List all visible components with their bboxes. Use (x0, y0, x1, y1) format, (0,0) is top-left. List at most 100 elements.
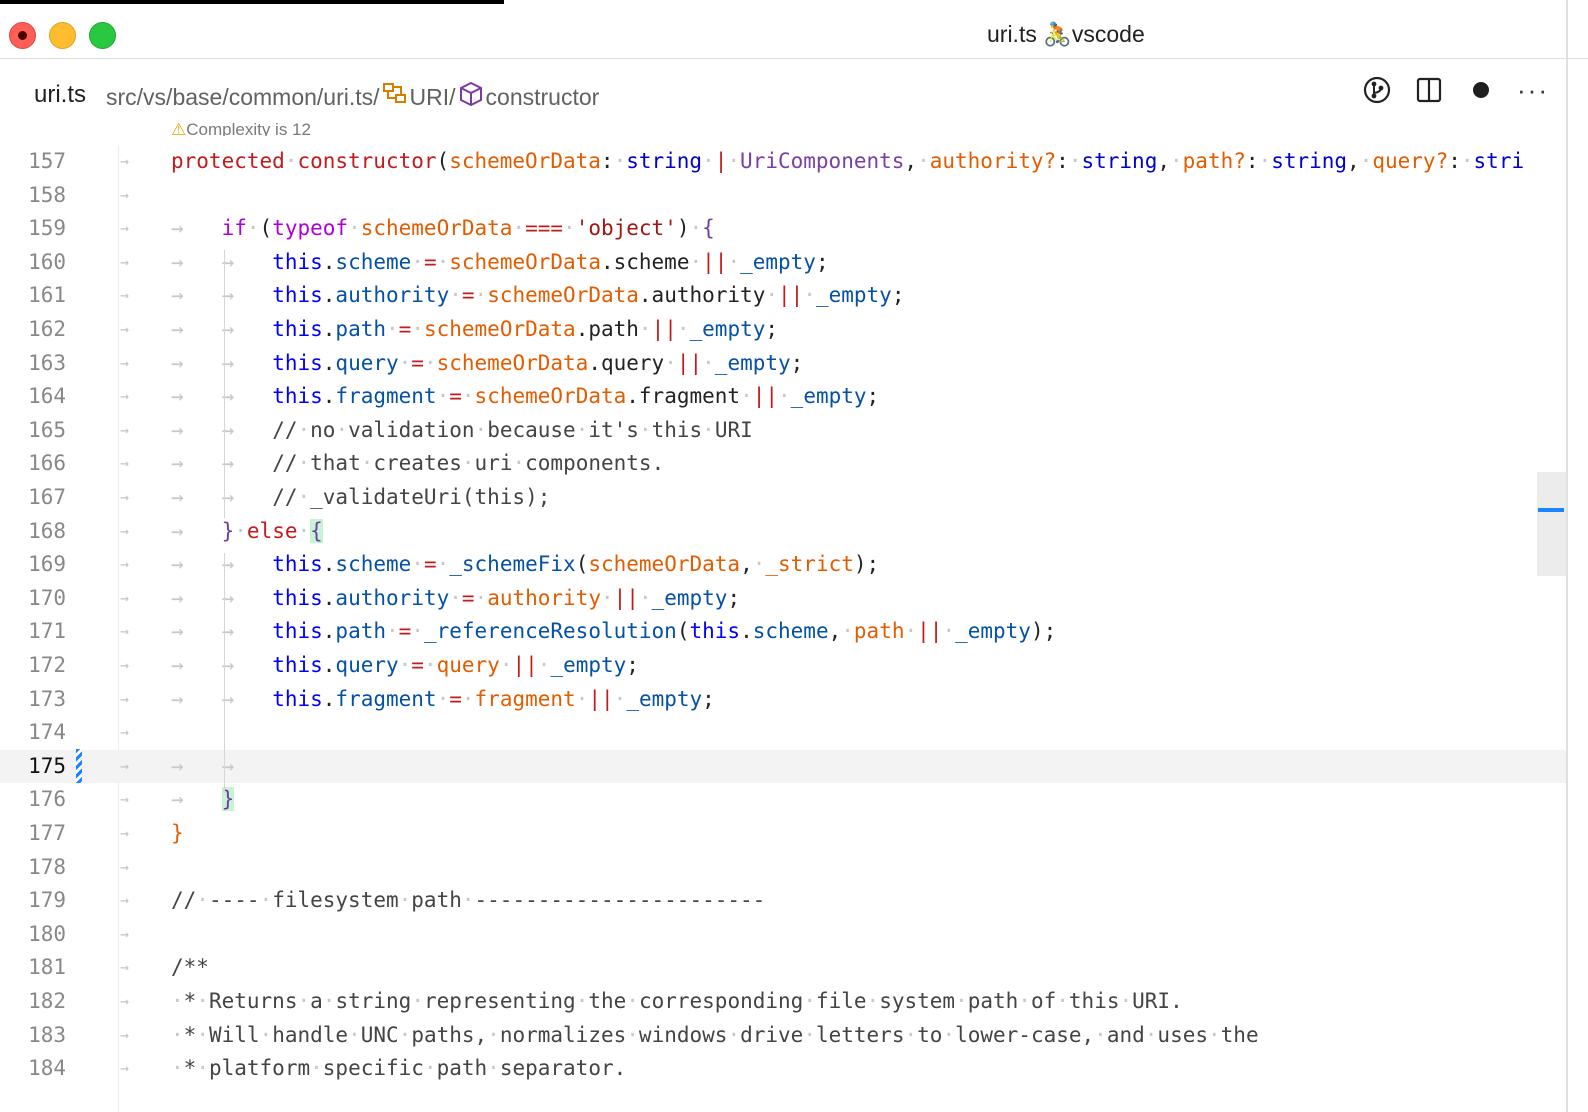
code-line[interactable]: 161 → → → this.authority·=·schemeOrData.au… (0, 279, 1568, 313)
line-number: 176 (28, 787, 66, 812)
code-line[interactable]: 162 → → → this.path·=·schemeOrData.path·||… (0, 313, 1568, 347)
indent-guide (224, 553, 225, 793)
line-number: 157 (28, 149, 66, 173)
line-number: 172 (28, 653, 66, 677)
whitespace-tab-marker: → (120, 1025, 130, 1044)
code-line[interactable]: 177 →} (0, 817, 1568, 851)
code-line[interactable]: 175 → → → (0, 749, 1568, 784)
line-number: 165 (28, 417, 66, 442)
code-text: ·*·Returns·a·string·representing·the·cor… (171, 989, 1183, 1013)
whitespace-tab-marker: → (120, 924, 130, 943)
line-number: 164 (28, 384, 66, 409)
split-editor-icon[interactable] (1414, 75, 1444, 105)
dirty-diff-indicator[interactable] (76, 749, 82, 783)
line-number: 160 (28, 249, 66, 274)
line-number: 181 (28, 955, 66, 980)
whitespace-tab-marker: → (120, 588, 130, 607)
vertical-scrollbar[interactable] (1537, 472, 1568, 576)
code-text: protected·constructor(schemeOrData:·stri… (171, 149, 1525, 173)
code-line[interactable]: 180 → (0, 918, 1568, 952)
whitespace-tab-marker: → (120, 555, 130, 574)
code-text: ·*·Will·handle·UNC·paths,·normalizes·win… (171, 1022, 1259, 1047)
class-icon (380, 82, 410, 112)
whitespace-tab-marker: → (120, 185, 130, 204)
line-number: 183 (28, 1022, 66, 1047)
whitespace-tab-marker: → (120, 958, 130, 977)
whitespace-tab-marker: → (120, 756, 130, 775)
code-text: → → this.path·=·schemeOrData.path·||·_em… (171, 317, 779, 341)
code-text: } (171, 821, 184, 845)
line-number: 179 (28, 888, 66, 913)
line-number: 180 (28, 921, 66, 946)
whitespace-tab-marker: → (120, 286, 130, 305)
code-line[interactable]: 170 → → → this.authority·=·authority·||·_e… (0, 582, 1568, 616)
code-line[interactable]: 167 → → → //·_validateUri(this); (0, 481, 1568, 515)
line-number: 168 (28, 518, 66, 543)
line-number: 177 (28, 821, 66, 845)
code-line[interactable]: 163 → → → this.query·=·schemeOrData.query·… (0, 347, 1568, 381)
code-text: → → this.query·=·query·||·_empty; (171, 653, 639, 677)
breadcrumb: src/vs/base/common/uri.ts/ URI/ construc… (106, 81, 599, 113)
code-line[interactable]: 159 → → if·(typeof·schemeOrData·===·'objec… (0, 212, 1568, 246)
unsaved-dot-icon[interactable] (1466, 75, 1496, 105)
whitespace-tab-marker: → (120, 252, 130, 271)
code-line[interactable]: 182 → ·*·Returns·a·string·representing·the… (0, 985, 1568, 1019)
code-text: → → this.scheme·=·_schemeFix(schemeOrDat… (171, 552, 880, 577)
line-number: 175 (28, 753, 66, 778)
close-window-button[interactable] (9, 22, 36, 49)
code-line[interactable]: 173 → → → this.fragment·=·fragment·||·_emp… (0, 683, 1568, 717)
git-compare-icon[interactable] (1362, 75, 1392, 105)
whitespace-tab-marker: → (120, 790, 130, 809)
code-line[interactable]: 181 → /** (0, 951, 1568, 985)
minimize-window-button[interactable] (49, 22, 76, 49)
line-number: 184 (28, 1056, 66, 1081)
breadcrumb-class[interactable]: URI/ (410, 84, 456, 111)
code-text: → → //·_validateUri(this); (171, 485, 551, 509)
indent-guide (224, 250, 225, 518)
tab-filename[interactable]: uri.ts (34, 81, 86, 109)
code-line[interactable]: 183 → ·*·Will·handle·UNC·paths,·normalizes… (0, 1019, 1568, 1053)
whitespace-tab-marker: → (120, 521, 130, 540)
whitespace-tab-marker: → (120, 1059, 130, 1078)
line-number: 182 (28, 989, 66, 1013)
code-editor[interactable]: 157 → protected·constructor(schemeOrData:·… (0, 145, 1568, 1112)
zoom-window-button[interactable] (89, 22, 116, 49)
whitespace-tab-marker: → (120, 723, 130, 742)
code-text: → → this.authority·=·authority·||·_empty… (171, 585, 741, 610)
window-title: uri.ts 🚴vscode (987, 21, 1145, 47)
code-line[interactable]: 176 → → } (0, 783, 1568, 817)
complexity-codelens[interactable]: ⚠Complexity is 12 (171, 120, 311, 136)
whitespace-tab-marker: → (120, 992, 130, 1010)
code-text: → → this.fragment·=·fragment·||·_empty; (171, 686, 715, 711)
whitespace-tab-marker: → (120, 420, 130, 439)
editor-actions: ··· (1362, 75, 1548, 105)
line-number: 167 (28, 485, 66, 509)
breadcrumb-member[interactable]: constructor (486, 84, 600, 111)
code-line[interactable]: 184 → ·*·platform·specific·path·separator. (0, 1052, 1568, 1086)
code-line[interactable]: 174 → (0, 716, 1568, 750)
code-line[interactable]: 178 → (0, 851, 1568, 885)
code-text: → }·else·{ (171, 518, 323, 543)
whitespace-tab-marker: → (120, 824, 130, 842)
line-number: 171 (28, 619, 66, 644)
code-text: → → this.scheme·=·schemeOrData.scheme·||… (171, 249, 829, 274)
code-line[interactable]: 168 → → }·else·{ (0, 515, 1568, 549)
code-line[interactable]: 171 → → → this.path·=·_referenceResolution… (0, 615, 1568, 649)
code-text: → → //·no·validation·because·it's·this·U… (171, 417, 753, 442)
code-line[interactable]: 179 → //·----·filesystem·path·------------… (0, 884, 1568, 918)
whitespace-tab-marker: → (120, 488, 130, 506)
whitespace-tab-marker: → (120, 656, 130, 674)
code-line[interactable]: 165 → → → //·no·validation·because·it's·th… (0, 414, 1568, 448)
whitespace-tab-marker: → (120, 454, 130, 473)
vscode-window: uri.ts 🚴vscode uri.ts src/vs/base/common… (0, 0, 1588, 1112)
more-actions-icon[interactable]: ··· (1517, 75, 1548, 105)
code-line[interactable]: 172 → → → this.query·=·query·||·_empty; (0, 649, 1568, 683)
code-line[interactable]: 166 → → → //·that·creates·uri·components. (0, 447, 1568, 481)
line-number: 161 (28, 283, 66, 308)
code-line[interactable]: 160 → → → this.scheme·=·schemeOrData.schem… (0, 246, 1568, 280)
code-line[interactable]: 157 → protected·constructor(schemeOrData:·… (0, 145, 1568, 179)
code-line[interactable]: 169 → → → this.scheme·=·_schemeFix(schemeO… (0, 548, 1568, 582)
code-line[interactable]: 158 → (0, 179, 1568, 213)
breadcrumb-path[interactable]: src/vs/base/common/uri.ts/ (106, 84, 380, 111)
code-line[interactable]: 164 → → → this.fragment·=·schemeOrData.fra… (0, 380, 1568, 414)
